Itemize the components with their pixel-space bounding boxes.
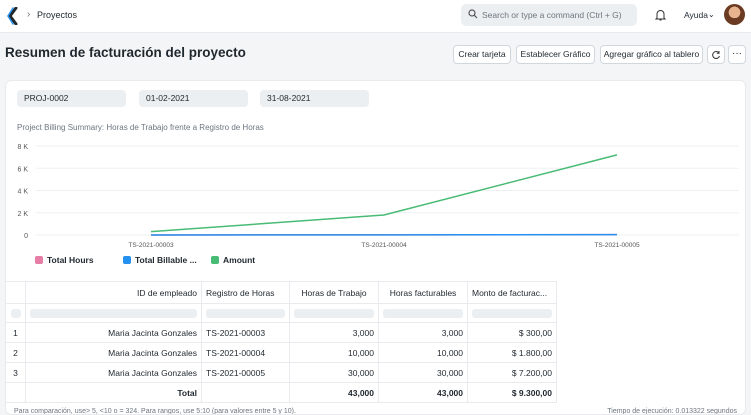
notification-bell-icon[interactable] [655,9,666,21]
create-card-button[interactable]: Crear tarjeta [453,45,511,64]
breadcrumb-chevron-icon: › [27,9,31,20]
cell-timesheet[interactable]: TS-2021-00003 [201,322,290,343]
set-chart-button[interactable]: Establecer Gráfico [516,45,595,64]
app-logo-icon[interactable] [7,7,19,25]
table-row[interactable]: 1 Maria Jacinta Gonzales TS-2021-00003 3… [6,322,557,343]
more-options-button[interactable]: ··· [728,45,746,64]
filter-hours[interactable] [289,303,379,323]
column-header-hours[interactable]: Horas de Trabajo [289,281,379,304]
index-header [6,281,26,304]
search-placeholder: Search or type a command (Ctrl + G) [482,10,622,20]
totals-row: Total 43,000 43,000 $ 9.300,00 [6,382,557,403]
cell-timesheet[interactable]: TS-2021-00005 [201,362,290,383]
filter-employee[interactable] [25,303,202,323]
line-chart: 8 K 6 K 4 K 2 K 0 TS-2021-00003 TS-2021-00004 T… [17,144,739,249]
totals-amount: $ 9.300,00 [467,382,557,403]
legend-total-hours[interactable]: Total Hours [47,255,94,265]
y-tick-label: 6 K [17,166,28,173]
cell-amount[interactable]: $ 300,00 [467,322,557,343]
cell-timesheet[interactable]: TS-2021-00004 [201,342,290,363]
x-tick-label: TS-2021-00004 [361,242,407,249]
chevron-down-icon: ⌄ [708,10,715,19]
filter-hint: Para comparación, use> 5, <10 o = 324. P… [14,408,296,415]
filter-billable[interactable] [378,303,468,323]
column-header-amount[interactable]: Monto de facturac... [467,281,557,304]
cell-amount[interactable]: $ 1.800,00 [467,342,557,363]
report-card: PROJ-0002 01-02-2021 31-08-2021 Project … [5,80,746,415]
column-header-employee[interactable]: ID de empleado [25,281,202,304]
execution-time: Tiempo de ejecución: 0.013322 segundos [607,408,737,415]
x-tick-label: TS-2021-00003 [128,242,174,249]
row-index: 2 [6,342,26,363]
search-icon [468,9,478,19]
filter-row [6,303,557,323]
filter-amount[interactable] [467,303,557,323]
table-row[interactable]: 2 Maria Jacinta Gonzales TS-2021-00004 1… [6,342,557,363]
cell-hours[interactable]: 30,000 [289,362,379,383]
report-table: ID de empleado Registro de Horas Horas d… [6,281,557,403]
totals-label: Total [25,382,202,403]
series-line-2 [150,154,618,233]
column-header-timesheet[interactable]: Registro de Horas [201,281,290,304]
cell-hours[interactable]: 10,000 [289,342,379,363]
cell-amount[interactable]: $ 7.200,00 [467,362,557,383]
y-tick-label: 2 K [17,211,28,218]
cell-employee[interactable]: Maria Jacinta Gonzales [25,322,202,343]
navbar: › Proyectos Search or type a command (Ct… [0,0,751,33]
legend-amount[interactable]: Amount [223,255,255,265]
filter-checkbox[interactable] [6,303,26,323]
add-to-dashboard-button[interactable]: Agregar gráfico al tablero [600,45,703,64]
totals-index [6,382,26,403]
cell-billable[interactable]: 10,000 [378,342,468,363]
totals-timesheet [201,382,290,403]
to-date-filter[interactable]: 31-08-2021 [260,90,369,107]
from-date-filter[interactable]: 01-02-2021 [139,90,248,107]
page-title: Resumen de facturación del proyecto [5,45,246,60]
project-filter[interactable]: PROJ-0002 [17,90,126,107]
legend-swatch-total-billable [123,256,131,264]
cell-employee[interactable]: Maria Jacinta Gonzales [25,362,202,383]
refresh-icon[interactable] [707,45,725,64]
y-tick-label: 8 K [17,144,28,151]
legend-swatch-amount [211,256,219,264]
row-index: 1 [6,322,26,343]
cell-billable[interactable]: 3,000 [378,322,468,343]
column-header-billable[interactable]: Horas facturables [378,281,468,304]
cell-employee[interactable]: Maria Jacinta Gonzales [25,342,202,363]
totals-hours: 43,000 [289,382,379,403]
filter-timesheet[interactable] [201,303,290,323]
chart-title: Project Billing Summary: Horas de Trabaj… [17,123,264,132]
legend-swatch-total-hours [35,256,43,264]
cell-hours[interactable]: 3,000 [289,322,379,343]
cell-billable[interactable]: 30,000 [378,362,468,383]
help-menu[interactable]: Ayuda [684,10,708,20]
row-index: 3 [6,362,26,383]
x-tick-label: TS-2021-00005 [594,242,640,249]
breadcrumb-proyectos[interactable]: Proyectos [37,10,77,20]
table-row[interactable]: 3 Maria Jacinta Gonzales TS-2021-00005 3… [6,362,557,383]
y-tick-label: 4 K [17,189,28,196]
legend-total-billable[interactable]: Total Billable ... [135,255,197,265]
user-avatar[interactable] [724,4,745,25]
totals-billable: 43,000 [378,382,468,403]
y-tick-label: 0 [24,233,28,240]
